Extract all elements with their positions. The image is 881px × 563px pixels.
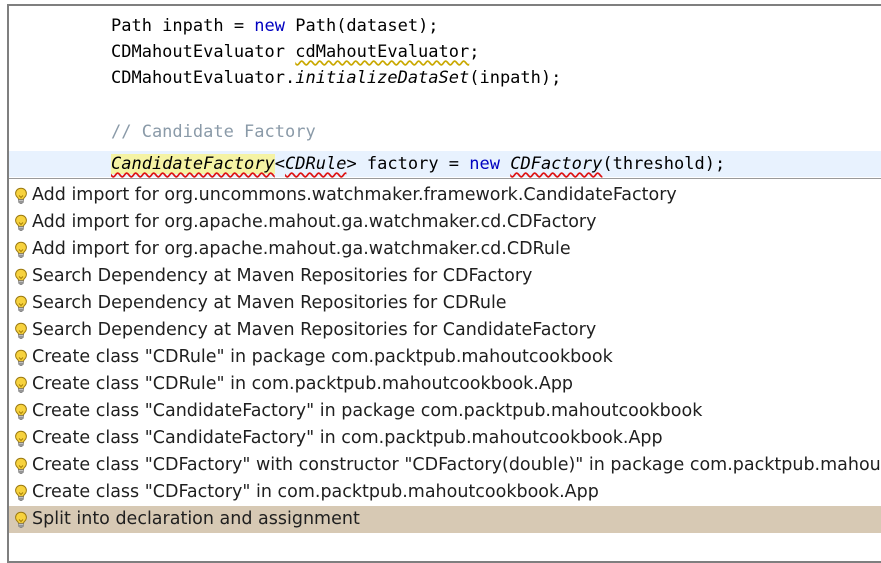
proposal-label: Search Dependency at Maven Repositories … bbox=[32, 320, 597, 340]
lightbulb-icon bbox=[13, 457, 29, 475]
code-token: initializeDataSet bbox=[295, 68, 470, 88]
code-token: ; bbox=[469, 42, 480, 62]
proposal-item[interactable]: Create class "CandidateFactory" in com.p… bbox=[9, 425, 881, 452]
code-token: CDRule bbox=[285, 154, 347, 174]
proposal-item-selected[interactable]: Split into declaration and assignment bbox=[9, 506, 881, 533]
lightbulb-icon bbox=[13, 484, 29, 502]
lightbulb-icon bbox=[13, 376, 29, 394]
proposal-item[interactable]: Search Dependency at Maven Repositories … bbox=[9, 290, 881, 317]
quick-fix-window: Path inpath = new Path(dataset); CDMahout… bbox=[7, 4, 881, 563]
proposal-label: Search Dependency at Maven Repositories … bbox=[32, 293, 507, 313]
code-line[interactable]: // Candidate Factory bbox=[111, 120, 316, 144]
code-editor[interactable]: Path inpath = new Path(dataset); CDMahout… bbox=[9, 6, 881, 177]
proposal-label: Create class "CDRule" in com.packtpub.ma… bbox=[32, 374, 574, 394]
proposal-item[interactable]: Search Dependency at Maven Repositories … bbox=[9, 263, 881, 290]
quick-fix-proposals-list[interactable]: Add import for org.uncommons.watchmaker.… bbox=[9, 178, 881, 561]
lightbulb-icon bbox=[13, 511, 29, 529]
proposal-item[interactable]: Add import for org.apache.mahout.ga.watc… bbox=[9, 236, 881, 263]
code-line[interactable]: Path inpath = new Path(dataset); bbox=[111, 14, 439, 38]
proposal-label: Split into declaration and assignment bbox=[32, 509, 360, 529]
lightbulb-icon bbox=[13, 214, 29, 232]
code-token: < bbox=[274, 154, 286, 174]
code-line[interactable]: CDMahoutEvaluator.initializeDataSet(inpa… bbox=[111, 66, 561, 90]
code-token: CandidateFactory bbox=[111, 154, 275, 174]
proposal-item[interactable]: Add import for org.apache.mahout.ga.watc… bbox=[9, 209, 881, 236]
proposal-label: Add import for org.uncommons.watchmaker.… bbox=[32, 185, 677, 205]
proposal-item[interactable]: Create class "CDFactory" with constructo… bbox=[9, 452, 881, 479]
code-token: // Candidate Factory bbox=[111, 122, 316, 142]
proposal-label: Add import for org.apache.mahout.ga.watc… bbox=[32, 239, 571, 259]
proposal-item[interactable]: Create class "CandidateFactory" in packa… bbox=[9, 398, 881, 425]
code-token: (threshold); bbox=[602, 154, 726, 174]
lightbulb-icon bbox=[13, 268, 29, 286]
code-line[interactable]: CandidateFactory<CDRule> factory = new C… bbox=[111, 152, 725, 176]
code-token: Path inpath = bbox=[111, 16, 255, 36]
lightbulb-icon bbox=[13, 241, 29, 259]
lightbulb-icon bbox=[13, 430, 29, 448]
code-token: > factory = bbox=[346, 154, 470, 174]
code-token: new bbox=[469, 154, 500, 174]
code-line[interactable]: CDMahoutEvaluator cdMahoutEvaluator; bbox=[111, 40, 479, 64]
lightbulb-icon bbox=[13, 187, 29, 205]
lightbulb-icon bbox=[13, 322, 29, 340]
code-token: cdMahoutEvaluator bbox=[295, 42, 470, 62]
code-token: new bbox=[254, 16, 286, 36]
proposal-label: Create class "CandidateFactory" in com.p… bbox=[32, 428, 663, 448]
proposal-label: Add import for org.apache.mahout.ga.watc… bbox=[32, 212, 597, 232]
code-token: CDMahoutEvaluator. bbox=[111, 68, 296, 88]
proposal-item[interactable]: Search Dependency at Maven Repositories … bbox=[9, 317, 881, 344]
code-token: Path(dataset); bbox=[285, 16, 439, 36]
proposal-label: Create class "CandidateFactory" in packa… bbox=[32, 401, 703, 421]
code-token: CDFactory bbox=[510, 154, 603, 174]
proposal-label: Search Dependency at Maven Repositories … bbox=[32, 266, 533, 286]
proposal-label: Create class "CDFactory" with constructo… bbox=[32, 455, 881, 475]
code-token: (inpath); bbox=[469, 68, 562, 88]
code-token: CDMahoutEvaluator bbox=[111, 42, 296, 62]
lightbulb-icon bbox=[13, 295, 29, 313]
proposal-label: Create class "CDFactory" in com.packtpub… bbox=[32, 482, 599, 502]
proposal-item[interactable]: Create class "CDRule" in package com.pac… bbox=[9, 344, 881, 371]
proposal-label: Create class "CDRule" in package com.pac… bbox=[32, 347, 613, 367]
proposal-item[interactable]: Create class "CDFactory" in com.packtpub… bbox=[9, 479, 881, 506]
proposal-item[interactable]: Add import for org.uncommons.watchmaker.… bbox=[9, 182, 881, 209]
proposal-item[interactable]: Create class "CDRule" in com.packtpub.ma… bbox=[9, 371, 881, 398]
lightbulb-icon bbox=[13, 403, 29, 421]
lightbulb-icon bbox=[13, 349, 29, 367]
